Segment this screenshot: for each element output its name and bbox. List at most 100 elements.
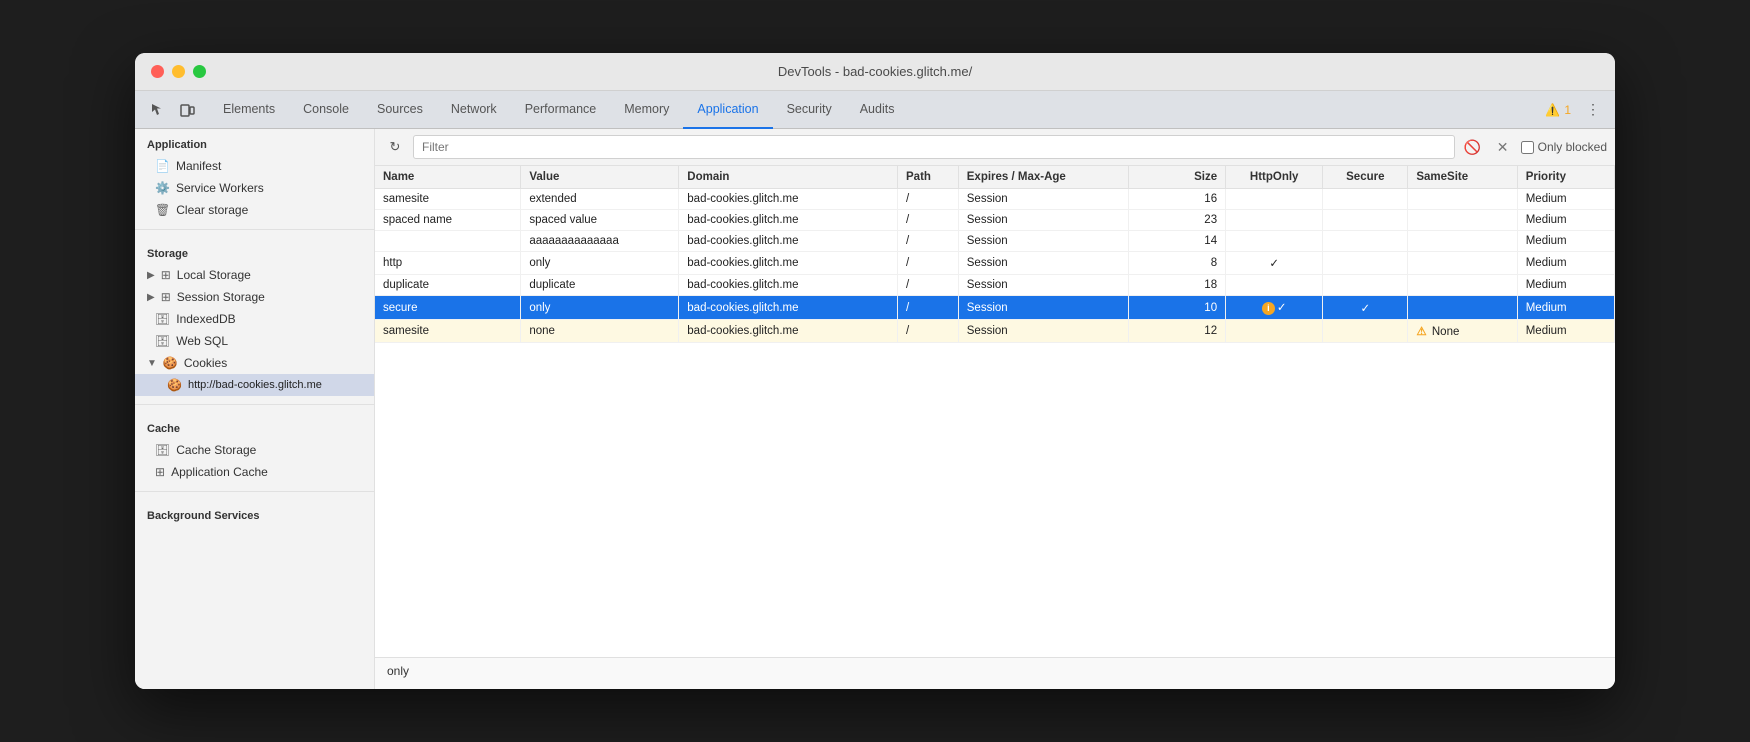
- inspect-icon[interactable]: [143, 96, 171, 124]
- table-cell: i✓: [1226, 296, 1323, 320]
- sidebar-item-manifest[interactable]: 📄 Manifest: [135, 155, 374, 177]
- table-cell: 18: [1128, 275, 1225, 296]
- table-row[interactable]: samesiteextendedbad-cookies.glitch.me/Se…: [375, 189, 1615, 210]
- device-icon[interactable]: [173, 96, 201, 124]
- table-cell: ✓: [1226, 252, 1323, 275]
- minimize-button[interactable]: [172, 65, 185, 78]
- more-options-icon[interactable]: ⋮: [1579, 96, 1607, 124]
- table-cell: Medium: [1517, 275, 1614, 296]
- table-cell: [1408, 252, 1517, 275]
- table-row[interactable]: samesitenonebad-cookies.glitch.me/Sessio…: [375, 320, 1615, 343]
- title-bar: DevTools - bad-cookies.glitch.me/: [135, 53, 1615, 91]
- table-cell: spaced name: [375, 210, 521, 231]
- table-cell: Medium: [1517, 252, 1614, 275]
- table-cell: only: [521, 296, 679, 320]
- col-samesite: SameSite: [1408, 166, 1517, 189]
- table-cell: only: [521, 252, 679, 275]
- cookies-arrow-icon: ▼: [147, 358, 157, 369]
- table-row[interactable]: secureonlybad-cookies.glitch.me/Session1…: [375, 296, 1615, 320]
- cookies-icon: 🍪: [163, 356, 178, 370]
- clear-icon[interactable]: ✕: [1491, 135, 1515, 159]
- background-section-header: Background Services: [135, 500, 374, 526]
- sidebar-item-cookies-domain[interactable]: 🍪 http://bad-cookies.glitch.me: [135, 374, 374, 396]
- table-cell: Session: [958, 210, 1128, 231]
- table-cell: bad-cookies.glitch.me: [679, 189, 898, 210]
- application-section-header: Application: [135, 129, 374, 155]
- sidebar-item-cookies[interactable]: ▼ 🍪 Cookies: [135, 352, 374, 374]
- clear-storage-icon: 🗑: [155, 203, 170, 217]
- sidebar-item-indexeddb[interactable]: 🗄 IndexedDB: [135, 308, 374, 330]
- table-row[interactable]: spaced namespaced valuebad-cookies.glitc…: [375, 210, 1615, 231]
- table-cell: none: [521, 320, 679, 343]
- storage-section-header: Storage: [135, 238, 374, 264]
- table-row[interactable]: httponlybad-cookies.glitch.me/Session8✓M…: [375, 252, 1615, 275]
- tab-application[interactable]: Application: [683, 91, 772, 129]
- table-cell: Session: [958, 320, 1128, 343]
- sidebar: Application 📄 Manifest ⚙️ Service Worker…: [135, 129, 375, 689]
- sidebar-item-local-storage[interactable]: ▶ ⊞ Local Storage: [135, 264, 374, 286]
- tab-network[interactable]: Network: [437, 91, 511, 129]
- table-cell: bad-cookies.glitch.me: [679, 210, 898, 231]
- table-cell: bad-cookies.glitch.me: [679, 275, 898, 296]
- warning-badge[interactable]: ⚠️ 1: [1545, 103, 1571, 117]
- cache-storage-icon: 🗄: [155, 443, 170, 457]
- table-cell: Session: [958, 296, 1128, 320]
- table-row[interactable]: duplicateduplicatebad-cookies.glitch.me/…: [375, 275, 1615, 296]
- only-blocked-checkbox[interactable]: [1521, 141, 1534, 154]
- sidebar-item-service-workers[interactable]: ⚙️ Service Workers: [135, 177, 374, 199]
- sidebar-item-cache-storage[interactable]: 🗄 Cache Storage: [135, 439, 374, 461]
- col-size: Size: [1128, 166, 1225, 189]
- tab-console[interactable]: Console: [289, 91, 363, 129]
- devtools-tab-bar: Elements Console Sources Network Perform…: [135, 91, 1615, 129]
- table-cell: Medium: [1517, 210, 1614, 231]
- divider-3: [135, 491, 374, 492]
- close-button[interactable]: [151, 65, 164, 78]
- tab-security[interactable]: Security: [773, 91, 846, 129]
- table-cell: 12: [1128, 320, 1225, 343]
- table-cell: aaaaaaaaaaaaaa: [521, 231, 679, 252]
- col-secure: Secure: [1323, 166, 1408, 189]
- table-cell: [1226, 320, 1323, 343]
- table-cell: [1323, 252, 1408, 275]
- sidebar-item-application-cache[interactable]: ⊞ Application Cache: [135, 461, 374, 483]
- table-cell: [1323, 210, 1408, 231]
- sidebar-item-clear-storage[interactable]: 🗑 Clear storage: [135, 199, 374, 221]
- cookie-table-container: Name Value Domain Path Expires / Max-Age…: [375, 166, 1615, 657]
- table-cell: samesite: [375, 320, 521, 343]
- table-cell: [1323, 320, 1408, 343]
- block-icon[interactable]: 🚫: [1461, 135, 1485, 159]
- col-priority: Priority: [1517, 166, 1614, 189]
- service-workers-icon: ⚙️: [155, 181, 170, 195]
- window-title: DevTools - bad-cookies.glitch.me/: [778, 64, 972, 79]
- tab-performance[interactable]: Performance: [511, 91, 611, 129]
- tab-memory[interactable]: Memory: [610, 91, 683, 129]
- filter-input[interactable]: [413, 135, 1455, 159]
- warning-count: 1: [1564, 103, 1571, 117]
- table-cell: duplicate: [521, 275, 679, 296]
- table-cell: ✓: [1323, 296, 1408, 320]
- application-cache-icon: ⊞: [155, 465, 165, 479]
- table-cell: /: [898, 231, 959, 252]
- cookie-toolbar: ↻ 🚫 ✕ Only blocked: [375, 129, 1615, 166]
- table-cell: 23: [1128, 210, 1225, 231]
- tab-audits[interactable]: Audits: [846, 91, 909, 129]
- sidebar-item-session-storage[interactable]: ▶ ⊞ Session Storage: [135, 286, 374, 308]
- col-path: Path: [898, 166, 959, 189]
- bottom-value: only: [387, 664, 409, 678]
- maximize-button[interactable]: [193, 65, 206, 78]
- tab-elements[interactable]: Elements: [209, 91, 289, 129]
- sidebar-item-web-sql[interactable]: 🗄 Web SQL: [135, 330, 374, 352]
- divider-1: [135, 229, 374, 230]
- main-content: Application 📄 Manifest ⚙️ Service Worker…: [135, 129, 1615, 689]
- table-cell: Medium: [1517, 320, 1614, 343]
- table-cell: /: [898, 252, 959, 275]
- tab-sources[interactable]: Sources: [363, 91, 437, 129]
- table-cell: /: [898, 296, 959, 320]
- table-cell: [1323, 189, 1408, 210]
- toolbar-icons: [143, 96, 201, 124]
- cookie-table: Name Value Domain Path Expires / Max-Age…: [375, 166, 1615, 343]
- cookies-domain-icon: 🍪: [167, 378, 182, 392]
- table-row[interactable]: aaaaaaaaaaaaaabad-cookies.glitch.me/Sess…: [375, 231, 1615, 252]
- table-cell: [1323, 275, 1408, 296]
- refresh-button[interactable]: ↻: [383, 135, 407, 159]
